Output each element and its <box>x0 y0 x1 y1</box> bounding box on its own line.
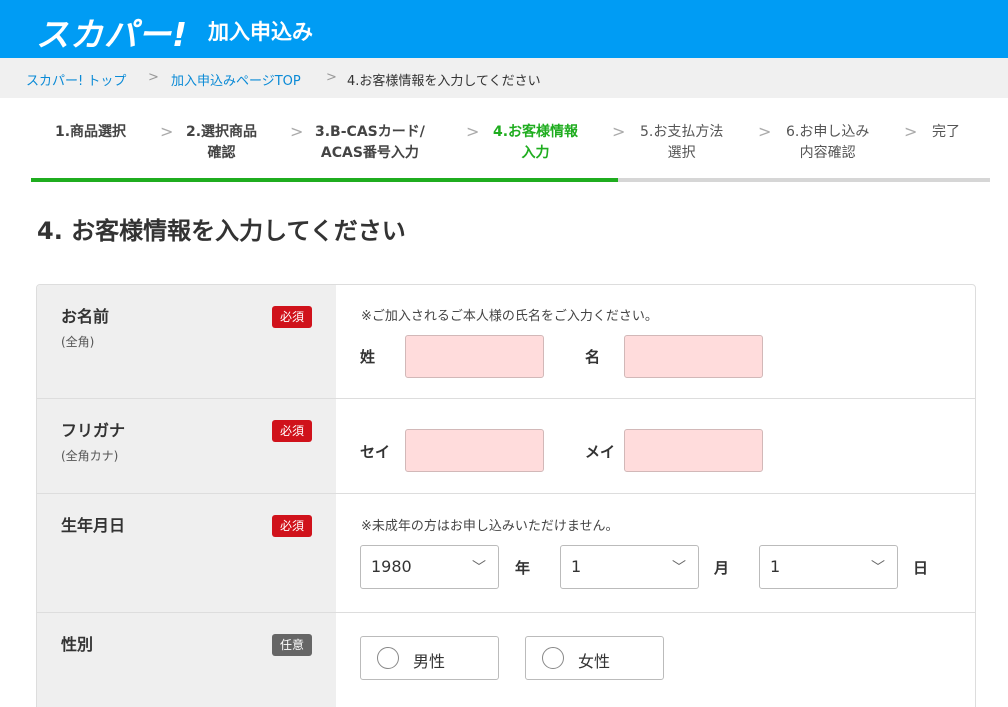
birth-day-select[interactable]: 1 ﹀ <box>759 545 898 589</box>
last-name-input[interactable] <box>405 335 544 378</box>
breadcrumb: スカパー! トップ > 加入申込みページTOP > 4.お客様情報を入力してくだ… <box>0 58 1008 98</box>
radio-icon[interactable] <box>542 647 564 669</box>
gender-label: 性別 <box>61 635 94 654</box>
month-unit: 月 <box>714 559 730 577</box>
chevron-right-icon: > <box>758 122 772 141</box>
name-label: お名前 <box>61 307 110 326</box>
step-6-label-2: 内容確認 <box>799 145 856 161</box>
name-row: お名前 (全角) 必須 ※ご加入されるご本人様の氏名をご入力ください。 姓 名 <box>37 285 975 399</box>
step-2-label: 2.選択商品 <box>186 124 258 140</box>
birthdate-row: 生年月日 必須 ※未成年の方はお申し込みいただけません。 1980 ﹀ 年 1 … <box>37 494 975 613</box>
gender-female-label: 女性 <box>578 652 611 671</box>
name-note: ※ご加入されるご本人様の氏名をご入力ください。 <box>361 309 658 324</box>
step-4-current: 4.お客様情報 入力 <box>493 122 578 164</box>
step-1: 1.商品選択 <box>55 122 126 143</box>
last-name-label: 姓 <box>360 348 376 366</box>
chevron-right-icon: > <box>326 70 337 85</box>
gender-row: 性別 任意 男性 女性 <box>37 613 975 707</box>
birth-month-select[interactable]: 1 ﹀ <box>560 545 699 589</box>
birthdate-label: 生年月日 <box>61 516 126 535</box>
radio-icon[interactable] <box>377 647 399 669</box>
gender-male-option[interactable]: 男性 <box>360 636 499 680</box>
chevron-right-icon: > <box>160 122 174 141</box>
birth-year-value: 1980 <box>371 557 412 576</box>
first-kana-label: メイ <box>585 443 616 461</box>
optional-badge: 任意 <box>272 634 312 656</box>
step-2-label-2: 確認 <box>207 145 236 161</box>
gender-label-cell: 性別 任意 <box>37 613 336 707</box>
birth-day-value: 1 <box>770 557 781 576</box>
step-complete: 完了 <box>932 122 960 143</box>
birthdate-label-cell: 生年月日 必須 <box>37 494 336 612</box>
step-7-label: 完了 <box>932 124 960 140</box>
step-5-label: 5.お支払方法 <box>640 124 724 140</box>
day-unit: 日 <box>913 559 929 577</box>
required-badge: 必須 <box>272 515 312 537</box>
first-kana-input[interactable] <box>624 429 763 472</box>
year-unit: 年 <box>515 559 531 577</box>
site-header: スカパー! 加入申込み <box>0 0 1008 58</box>
skyperfect-logo[interactable]: スカパー! <box>36 8 188 56</box>
chevron-right-icon: > <box>904 122 918 141</box>
gender-female-option[interactable]: 女性 <box>525 636 664 680</box>
step-5: 5.お支払方法 選択 <box>640 122 723 164</box>
required-badge: 必須 <box>272 420 312 442</box>
chevron-right-icon: > <box>612 122 626 141</box>
step-3-label: 3.B-CASカード/ <box>315 124 425 140</box>
first-name-label: 名 <box>585 348 601 366</box>
birth-month-value: 1 <box>571 557 582 576</box>
page-title: 4. お客様情報を入力してください <box>37 217 406 245</box>
customer-info-form: お名前 (全角) 必須 ※ご加入されるご本人様の氏名をご入力ください。 姓 名 … <box>36 284 976 707</box>
chevron-down-icon: ﹀ <box>672 560 686 576</box>
name-sublabel: (全角) <box>61 335 95 349</box>
step-2: 2.選択商品 確認 <box>186 122 257 164</box>
gender-male-label: 男性 <box>413 652 446 671</box>
last-kana-label: セイ <box>360 443 391 461</box>
step-4-label-2: 入力 <box>521 145 550 161</box>
required-badge: 必須 <box>272 306 312 328</box>
chevron-right-icon: > <box>290 122 304 141</box>
step-3: 3.B-CASカード/ ACAS番号入力 <box>315 122 425 164</box>
step-1-label: 1.商品選択 <box>55 124 127 140</box>
step-5-label-2: 選択 <box>667 145 696 161</box>
chevron-down-icon: ﹀ <box>871 560 885 576</box>
birthdate-note: ※未成年の方はお申し込みいただけません。 <box>361 519 619 534</box>
step-3-label-2: ACAS番号入力 <box>320 145 419 161</box>
name-label-cell: お名前 (全角) 必須 <box>37 285 336 398</box>
first-name-input[interactable] <box>624 335 763 378</box>
chevron-down-icon: ﹀ <box>472 560 486 576</box>
birth-year-select[interactable]: 1980 ﹀ <box>360 545 499 589</box>
header-title: 加入申込み <box>208 20 313 44</box>
step-6: 6.お申し込み 内容確認 <box>786 122 869 164</box>
breadcrumb-top-link[interactable]: スカパー! トップ <box>26 70 126 89</box>
kana-sublabel: (全角カナ) <box>61 449 119 463</box>
kana-row: フリガナ (全角カナ) 必須 セイ メイ <box>37 399 975 494</box>
last-kana-input[interactable] <box>405 429 544 472</box>
kana-label-cell: フリガナ (全角カナ) 必須 <box>37 399 336 493</box>
breadcrumb-apply-top-link[interactable]: 加入申込みページTOP <box>171 70 301 89</box>
chevron-right-icon: > <box>148 70 159 85</box>
step-indicator: 1.商品選択 > 2.選択商品 確認 > 3.B-CASカード/ ACAS番号入… <box>0 98 1008 183</box>
chevron-right-icon: > <box>466 122 480 141</box>
breadcrumb-current: 4.お客様情報を入力してください <box>347 74 541 89</box>
step-4-label: 4.お客様情報 <box>493 124 579 140</box>
kana-label: フリガナ <box>61 421 126 440</box>
step-6-label: 6.お申し込み <box>786 124 870 140</box>
progress-fill <box>31 178 618 182</box>
